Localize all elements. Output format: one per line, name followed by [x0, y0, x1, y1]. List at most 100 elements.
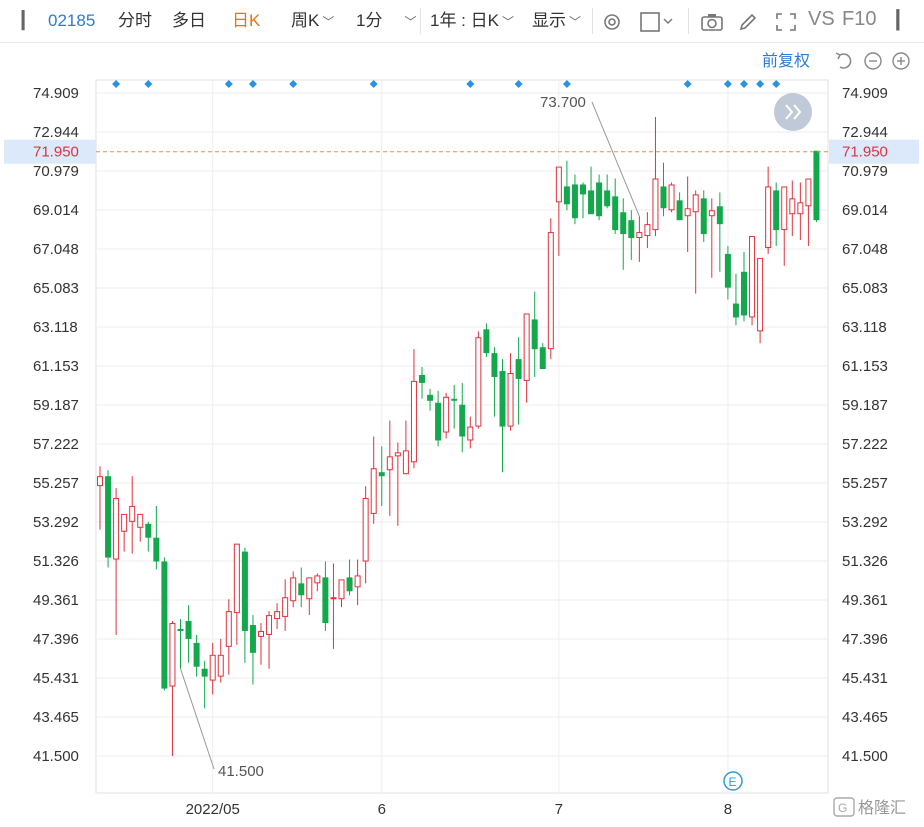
y-tick-label: 63.118 [33, 319, 78, 336]
candle [547, 218, 554, 360]
y-tick-label: 69.014 [842, 202, 888, 219]
candle-body [555, 166, 562, 203]
tab-multiday[interactable]: 多日 [172, 10, 206, 32]
f10-button[interactable]: F10 [842, 8, 876, 30]
color-picker-icon[interactable] [639, 11, 675, 33]
sidebar-toggle-icon[interactable]: ▕▏ [10, 10, 36, 32]
candle-body [330, 597, 337, 600]
price-adjust-toggle[interactable]: 前复权 [762, 52, 810, 70]
stock-code: 02185 [48, 11, 96, 30]
tab-minute-label: 1分 [356, 11, 383, 30]
candle-body [121, 513, 128, 532]
candle-body [547, 232, 554, 350]
candle-body [644, 224, 651, 237]
candle-body [298, 583, 305, 596]
divider [592, 8, 593, 34]
candle-body [692, 194, 699, 213]
candle [757, 257, 764, 344]
candle-body [660, 186, 667, 209]
candle-body [419, 374, 425, 383]
candle-body [467, 426, 474, 441]
y-tick-label: 70.979 [842, 163, 888, 180]
candle-body [668, 184, 675, 211]
fullscreen-icon[interactable] [774, 11, 798, 33]
divider [420, 8, 421, 34]
x-tick-label: 7 [555, 801, 563, 818]
y-tick-label: 65.083 [842, 280, 888, 297]
candle-body [483, 329, 490, 354]
y-tick-label: 74.909 [842, 85, 888, 102]
candle-body [765, 186, 772, 248]
panel-toggle-icon[interactable]: ▕▏ [884, 9, 912, 31]
svg-text:G: G [838, 801, 847, 815]
candle-body [129, 505, 136, 522]
candle [813, 150, 820, 223]
gear-icon[interactable] [601, 11, 623, 33]
candle-body [105, 476, 112, 558]
candle-body [193, 642, 200, 667]
candle-body [161, 561, 168, 689]
candle-body [813, 150, 820, 221]
candle-body [290, 577, 297, 602]
tab-minute[interactable]: 1分 ﹀ [356, 10, 416, 33]
display-menu[interactable]: 显示 ﹀ [532, 10, 581, 33]
candle-body [716, 206, 723, 225]
y-tick-label: 72.944 [842, 124, 888, 141]
range-selector[interactable]: 1年 : 日K ﹀ [430, 10, 514, 33]
candle-body [249, 625, 256, 653]
pencil-icon[interactable] [737, 11, 759, 33]
y-tick-label: 69.014 [33, 202, 79, 219]
candle-body [201, 668, 208, 677]
candle-body [451, 398, 458, 401]
scroll-right-button[interactable] [774, 93, 812, 131]
candle-body [217, 654, 224, 677]
candle-body [571, 184, 578, 219]
candle-body [338, 579, 345, 600]
tab-intraday[interactable]: 分时 [118, 10, 152, 32]
zoom-in-icon[interactable] [892, 52, 910, 70]
y-tick-label: 41.500 [842, 748, 888, 765]
watermark-logo: G 格隆汇 [833, 797, 906, 817]
display-menu-label: 显示 [532, 11, 566, 30]
candle [105, 470, 112, 568]
y-tick-label: 53.292 [842, 514, 888, 531]
candle-body [153, 537, 160, 562]
x-tick-label: 6 [378, 801, 386, 818]
camera-icon[interactable] [700, 12, 724, 32]
candle-body [700, 198, 707, 235]
vs-compare-button[interactable]: VS [808, 8, 835, 30]
candle-body [258, 630, 264, 637]
candle-body [499, 371, 506, 427]
candle-body [266, 615, 273, 635]
undo-icon[interactable] [835, 52, 852, 69]
y-axis-left: 74.909 72.944 70.979 69.014 67.048 65.083 63.1… [33, 85, 79, 765]
toolbar: ▕▏ 02185 分时 多日 日K 周K ﹀ 1分 ﹀ 1年 : 日K ﹀ 显示 ﹀ V… [0, 0, 924, 43]
candle-body [515, 359, 522, 379]
chevron-down-icon: ﹀ [501, 15, 514, 29]
candle-body [137, 513, 144, 528]
kline-chart[interactable]: 74.909 72.944 70.979 69.014 67.048 65.083 63.1… [0, 43, 924, 827]
tab-weekly-k[interactable]: 周K ﹀ [291, 10, 334, 33]
y-tick-label: 55.257 [33, 475, 79, 492]
candle-body [233, 543, 240, 614]
low-price-label: 41.500 [218, 763, 264, 780]
watermark-text: 格隆汇 [858, 799, 906, 817]
candle-body [282, 597, 289, 618]
zoom-out-icon[interactable] [864, 52, 882, 70]
tab-weekly-k-label: 周K [291, 11, 320, 30]
candle-body [322, 577, 329, 624]
candle-body [612, 196, 619, 231]
candle-body [580, 184, 586, 195]
tab-daily-k[interactable]: 日K [232, 10, 260, 32]
chevron-down-icon: ﹀ [569, 15, 582, 29]
candle-body [378, 472, 385, 477]
candle-body [427, 394, 434, 401]
y-tick-label: 45.431 [842, 670, 888, 687]
y-tick-label: 47.396 [33, 631, 79, 648]
y-tick-label: 67.048 [842, 241, 888, 258]
candle-body [225, 611, 232, 647]
candle-body [732, 303, 739, 318]
y-tick-label: 70.979 [33, 163, 79, 180]
candle-body [708, 210, 715, 217]
candle-body [145, 523, 152, 538]
